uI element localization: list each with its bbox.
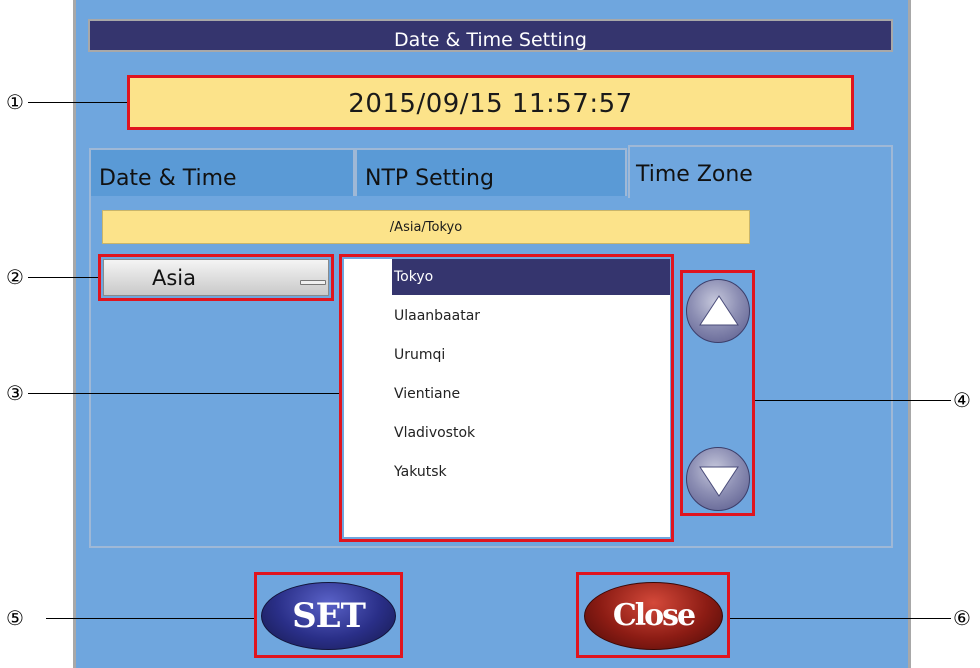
triangle-up-icon [699,295,739,326]
tab-time-zone[interactable]: Time Zone [628,145,893,198]
callout-1: ① [6,90,24,114]
callout-line-5 [46,618,254,619]
dialog-title: Date & Time Setting [88,19,893,52]
callout-line-6 [730,618,951,619]
tab-ntp-setting[interactable]: NTP Setting [355,148,627,196]
dropdown-indicator-icon [300,280,326,285]
current-datetime-display: 2015/09/15 11:57:57 [127,75,854,130]
tab-date-time[interactable]: Date & Time [89,148,355,196]
callout-4: ④ [953,388,971,412]
callout-line-2 [28,277,98,278]
city-item-tokyo[interactable]: Tokyo [392,259,670,295]
timezone-path-field: /Asia/Tokyo [102,210,750,244]
city-item-urumqi[interactable]: Urumqi [392,337,670,373]
callout-5: ⑤ [6,606,24,630]
city-item-vientiane[interactable]: Vientiane [392,376,670,412]
city-item-ulaanbaatar[interactable]: Ulaanbaatar [392,298,670,334]
close-button[interactable]: Close [584,582,723,650]
callout-line-1 [28,102,127,103]
region-select[interactable]: Asia [103,259,329,296]
callout-3: ③ [6,381,24,405]
callout-line-3 [28,393,339,394]
callout-line-4 [755,400,951,401]
scroll-up-button[interactable] [686,279,750,343]
city-item-yakutsk[interactable]: Yakutsk [392,454,670,490]
city-item-vladivostok[interactable]: Vladivostok [392,415,670,451]
callout-6: ⑥ [953,606,971,630]
scroll-down-button[interactable] [686,447,750,511]
callout-2: ② [6,265,24,289]
city-list[interactable]: Tokyo Ulaanbaatar Urumqi Vientiane Vladi… [344,259,670,537]
set-button[interactable]: SET [261,582,396,650]
triangle-down-icon [699,466,739,497]
